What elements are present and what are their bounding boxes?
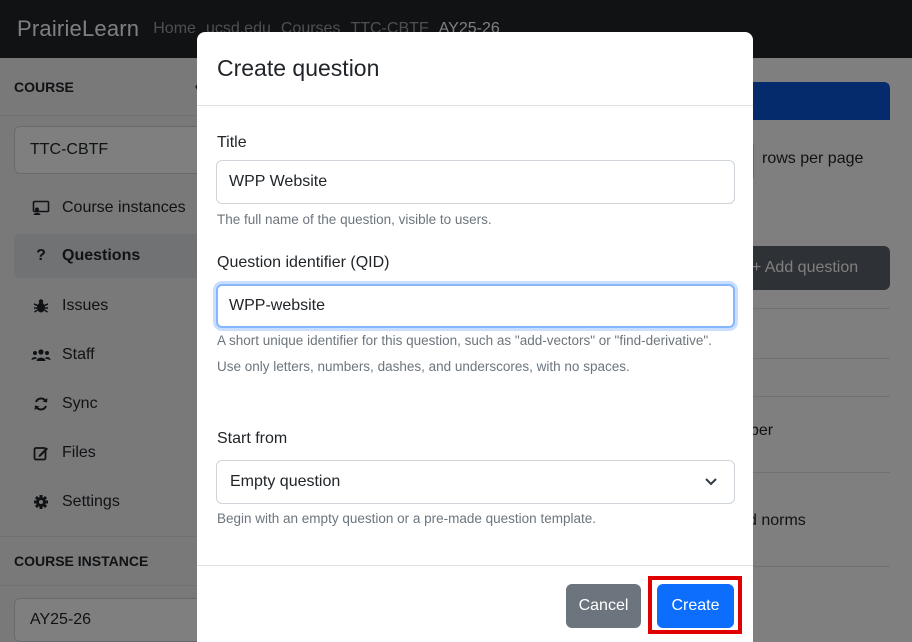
- start-from-label: Start from: [217, 430, 288, 447]
- qid-help-text: A short unique identifier for this quest…: [217, 333, 712, 374]
- cancel-button[interactable]: Cancel: [566, 584, 641, 628]
- modal-header: Create question: [197, 32, 753, 106]
- create-button-highlight: [648, 576, 742, 634]
- start-from-select[interactable]: Empty question: [216, 460, 735, 504]
- chevron-down-icon: [704, 474, 718, 493]
- start-from-selected: Empty question: [230, 473, 341, 490]
- create-question-modal: Create question Title The full name of t…: [197, 32, 753, 642]
- start-from-help-text: Begin with an empty question or a pre-ma…: [217, 511, 596, 526]
- qid-input[interactable]: [216, 284, 735, 328]
- title-label: Title: [217, 134, 247, 151]
- qid-label: Question identifier (QID): [217, 254, 390, 271]
- modal-title: Create question: [217, 55, 380, 81]
- modal-footer-divider: [197, 565, 753, 566]
- title-input[interactable]: [216, 160, 735, 204]
- title-help-text: The full name of the question, visible t…: [217, 212, 492, 227]
